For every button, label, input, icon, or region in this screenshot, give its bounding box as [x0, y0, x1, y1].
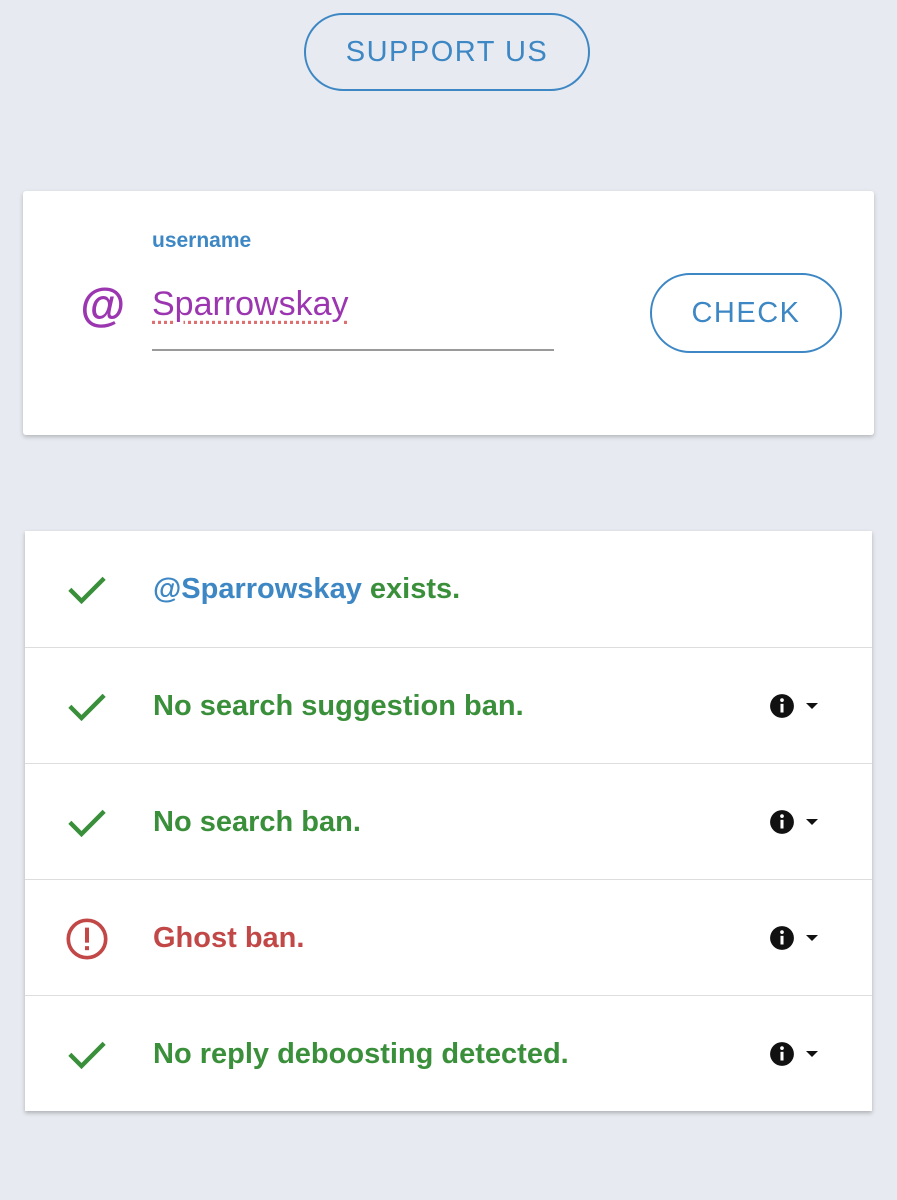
at-sign-icon: @	[79, 279, 125, 331]
info-icon	[770, 926, 794, 950]
info-icon	[770, 1042, 794, 1066]
result-handle: @Sparrowskay	[153, 572, 362, 605]
result-row-search-suggestion-ban: No search suggestion ban.	[25, 647, 872, 763]
result-exists-suffix: exists.	[361, 572, 461, 605]
caret-down-icon	[806, 1051, 818, 1057]
result-text-search-ban: No search ban.	[153, 805, 361, 838]
results-list: @Sparrowskay exists. No search suggestio…	[25, 531, 872, 1111]
info-icon	[770, 810, 794, 834]
info-toggle-reply-deboosting[interactable]	[769, 996, 819, 1112]
alert-circle-icon	[66, 918, 108, 960]
check-icon	[68, 1041, 106, 1070]
check-icon	[68, 576, 106, 605]
result-text-exists: @Sparrowskay exists.	[153, 531, 460, 647]
username-input[interactable]	[152, 279, 554, 351]
info-toggle-ghost-ban[interactable]	[769, 880, 819, 996]
caret-down-icon	[806, 935, 818, 941]
support-us-button[interactable]: SUPPORT US	[304, 13, 590, 91]
result-text-search-suggestion-ban: No search suggestion ban.	[153, 689, 524, 722]
check-icon	[68, 693, 106, 722]
info-icon	[770, 694, 794, 718]
caret-down-icon	[806, 819, 818, 825]
result-row-ghost-ban: Ghost ban.	[25, 879, 872, 995]
result-row-reply-deboosting: No reply deboosting detected.	[25, 995, 872, 1111]
check-button[interactable]: CHECK	[650, 273, 842, 353]
caret-down-icon	[806, 703, 818, 709]
check-icon	[68, 809, 106, 838]
result-text-ghost-ban: Ghost ban.	[153, 921, 305, 954]
result-text-reply-deboosting: No reply deboosting detected.	[153, 1037, 569, 1070]
info-toggle-search-suggestion-ban[interactable]	[769, 648, 819, 764]
result-row-exists: @Sparrowskay exists.	[25, 531, 872, 647]
username-card: username @ CHECK	[23, 191, 874, 435]
result-row-search-ban: No search ban.	[25, 763, 872, 879]
info-toggle-search-ban[interactable]	[769, 764, 819, 880]
username-field-label: username	[152, 229, 252, 252]
